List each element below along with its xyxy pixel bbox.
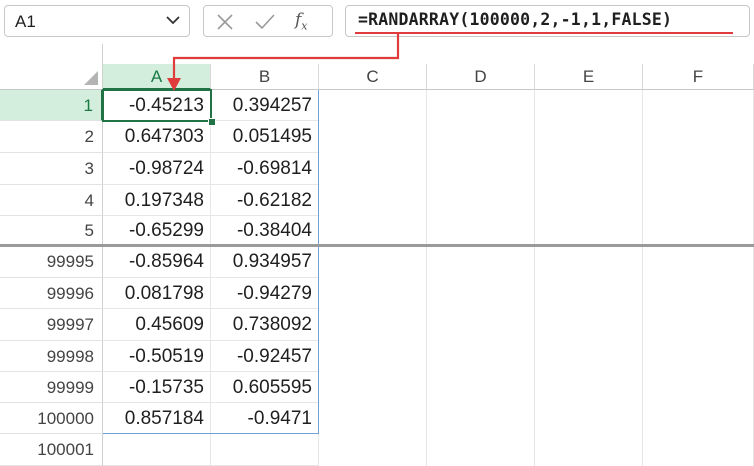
row-header[interactable]: 99998	[0, 341, 103, 372]
select-all-button[interactable]	[0, 64, 103, 90]
check-icon[interactable]	[254, 12, 276, 32]
column-header-c[interactable]: C	[319, 64, 427, 90]
worksheet-grid: A B C D E F 1 -0.45213 0.394257 2 0.6473…	[0, 44, 754, 466]
row-header[interactable]: 100000	[0, 403, 103, 434]
name-box[interactable]: A1	[4, 5, 190, 37]
cell-a5[interactable]: -0.65299	[103, 216, 211, 244]
column-header-b[interactable]: B	[211, 64, 319, 90]
name-box-value: A1	[15, 12, 36, 31]
formula-text: =RANDARRAY(100000,2,-1,1,FALSE)	[358, 10, 673, 29]
row-header[interactable]: 5	[0, 216, 103, 244]
cell-b1[interactable]: 0.394257	[211, 90, 319, 121]
cell-b3[interactable]: -0.69814	[211, 153, 319, 185]
formula-bar: A1 fx =RANDARRAY(100000,2,-1,1,FALSE)	[0, 0, 754, 44]
fx-icon: fx	[295, 10, 308, 33]
row-header[interactable]: 4	[0, 185, 103, 216]
row-header[interactable]: 100001	[0, 434, 103, 466]
row-header[interactable]: 1	[0, 90, 103, 121]
row-header[interactable]: 99997	[0, 309, 103, 341]
chevron-down-icon[interactable]	[165, 12, 181, 28]
column-header-a[interactable]: A	[103, 64, 211, 90]
cell-a3[interactable]: -0.98724	[103, 153, 211, 185]
cell-b2[interactable]: 0.051495	[211, 121, 319, 153]
row-header[interactable]: 99995	[0, 247, 103, 278]
close-icon[interactable]	[214, 12, 236, 32]
annotation-underline	[355, 32, 733, 34]
row-header[interactable]: 99999	[0, 372, 103, 403]
insert-function-button[interactable]: fx	[295, 10, 308, 32]
formula-buttons: fx	[203, 5, 333, 37]
cell-a4[interactable]: 0.197348	[103, 185, 211, 216]
row-header[interactable]: 3	[0, 153, 103, 185]
cell-a2[interactable]: 0.647303	[103, 121, 211, 153]
cell-b4[interactable]: -0.62182	[211, 185, 319, 216]
fill-handle[interactable]	[208, 118, 216, 126]
column-header-f[interactable]: F	[643, 64, 754, 90]
column-header-e[interactable]: E	[535, 64, 643, 90]
cell-b5[interactable]: -0.38404	[211, 216, 319, 244]
select-all-triangle-icon	[84, 71, 98, 85]
column-header-d[interactable]: D	[427, 64, 535, 90]
cell-a100001[interactable]	[103, 434, 211, 466]
row-header[interactable]: 99996	[0, 278, 103, 309]
active-cell-outline	[102, 89, 212, 122]
cell-b100001[interactable]	[211, 434, 319, 466]
row-header[interactable]: 2	[0, 121, 103, 153]
spill-range-border	[318, 90, 319, 244]
spill-range-border	[103, 247, 319, 434]
